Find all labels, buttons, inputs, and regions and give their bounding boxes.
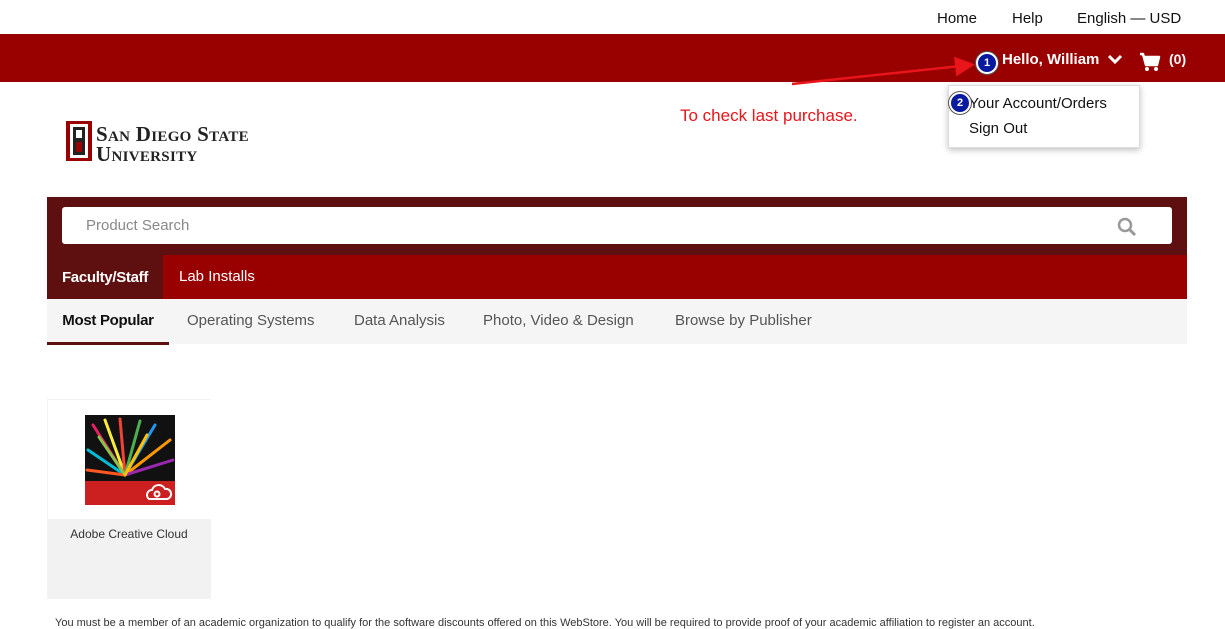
account-menu-toggle[interactable]: Hello, William [1002, 51, 1099, 68]
help-link[interactable]: Help [1012, 10, 1043, 27]
category-photo-video-design[interactable]: Photo, Video & Design [483, 312, 634, 329]
product-name[interactable]: Adobe Creative Cloud [47, 527, 211, 541]
your-account-orders-link[interactable]: Your Account/Orders [969, 95, 1107, 112]
category-operating-systems[interactable]: Operating Systems [187, 312, 315, 329]
academic-eligibility-notice: You must be a member of an academic orga… [55, 617, 1035, 629]
account-dropdown: Your Account/Orders Sign Out [948, 85, 1140, 148]
logo-tower-icon [66, 121, 92, 161]
category-browse-by-publisher[interactable]: Browse by Publisher [675, 312, 812, 329]
search-icon[interactable] [1117, 217, 1137, 237]
sign-out-link[interactable]: Sign Out [969, 120, 1027, 137]
step-1-marker: 1 [976, 52, 998, 74]
locale-selector[interactable]: English — USD [1077, 10, 1181, 27]
category-data-analysis[interactable]: Data Analysis [354, 312, 445, 329]
logo-line-2: University [96, 142, 198, 166]
annotation-note: To check last purchase. [680, 106, 858, 125]
cart-icon[interactable] [1139, 52, 1161, 72]
adobe-creative-cloud-image[interactable] [85, 415, 175, 505]
product-search-input[interactable] [62, 207, 1172, 244]
tab-lab-installs[interactable]: Lab Installs [179, 268, 255, 285]
cart-count[interactable]: (0) [1169, 51, 1186, 67]
chevron-down-icon[interactable] [1107, 53, 1123, 65]
step-2-marker: 2 [949, 92, 971, 114]
category-most-popular[interactable]: Most Popular [47, 299, 169, 345]
tab-faculty-staff[interactable]: Faculty/Staff [47, 255, 163, 299]
home-link[interactable]: Home [937, 10, 977, 27]
